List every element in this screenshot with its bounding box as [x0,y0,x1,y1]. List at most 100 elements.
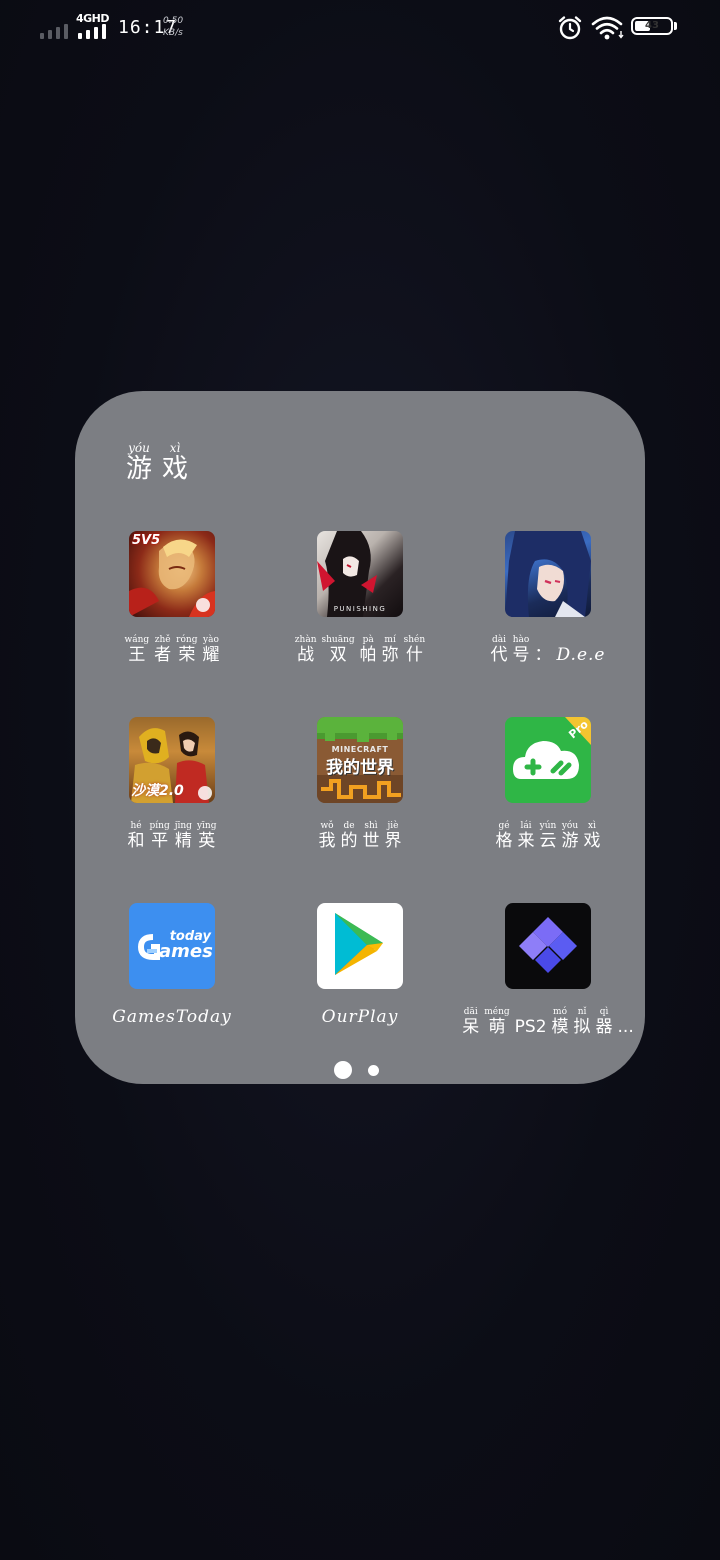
label-char: róng 荣 [176,635,197,665]
label-char: PS2 [515,1017,547,1037]
signal-strength-icon [78,24,106,39]
hanzi: PS2 [514,1017,547,1037]
label-char: shén 什 [404,635,426,665]
label-char: gé 格 [496,821,513,851]
hanzi: 帕 [359,645,377,665]
app-honor-of-kings[interactable]: 5V5 wáng 王 zhě 者 róng 荣 yào 耀 [82,531,262,665]
hanzi: 云 [539,831,557,851]
hanzi: 者 [154,645,172,665]
codename-dee-icon [505,531,591,617]
wifi-icon [591,16,624,40]
pinyin: méng [484,1007,510,1017]
app-folder: yóu 游 xì 戏 5V5 wáng 王 zhě 者 róng 荣 yào 耀… [75,391,645,1084]
label-char: wáng 王 [125,635,150,665]
page-indicator[interactable] [334,1061,379,1079]
page-dot[interactable] [368,1064,379,1076]
app-ourplay[interactable]: OurPlay [270,903,450,1027]
pinyin: mó [553,1007,567,1017]
label-text: OurPlay [321,1007,399,1027]
label-char: hé 和 [128,821,145,851]
honor-of-kings-icon: 5V5 [129,531,215,617]
hanzi: 世 [362,831,380,851]
hanzi: 模 [551,1017,569,1037]
pinyin: yóu [128,441,150,455]
label-char: píng 平 [150,821,170,851]
pinyin: dāi [463,1007,478,1017]
hanzi: 什 [405,645,423,665]
app-badge: 我的世界 [326,758,394,778]
hanzi: 和 [127,831,145,851]
hanzi: 双 [329,645,347,665]
label-char: jiè 界 [385,821,402,851]
minecraft-icon: MINECRAFT 我的世界 [317,717,403,803]
hanzi: 精 [174,831,192,851]
hanzi: ： [534,645,552,665]
app-damon-ps2[interactable]: dāi 呆 méng 萌 PS2 mó 模 nǐ 拟 qì 器 ... [458,903,638,1037]
network-speed: 0.50 KB/s [163,15,183,39]
app-label: hé 和 píng 平 jīng 精 yīng 英 [128,821,217,851]
label-char: ： [535,645,552,665]
ourplay-icon [317,903,403,989]
hanzi: 英 [198,831,216,851]
label-char: lái 来 [518,821,535,851]
label-char: yún 云 [540,821,557,851]
hanzi: 的 [340,831,358,851]
gamelink-cloud-icon: Pro [505,717,591,803]
app-gamelink-cloud[interactable]: Pro gé 格 lái 来 yún 云 yóu 游 xì 戏 [458,717,638,851]
pinyin: jīng [174,821,192,831]
label-char: pà 帕 [360,635,377,665]
pinyin: yún [539,821,557,831]
pinyin: hào [512,635,530,645]
app-label: wáng 王 zhě 者 róng 荣 yào 耀 [125,635,220,665]
label-char: yóu 游 [562,821,579,851]
home-screen: 4GHD 16:17 0.50 KB/s 43 yóu 游 xì 戏 5V5 w… [0,0,720,1560]
app-label: dāi 呆 méng 萌 PS2 mó 模 nǐ 拟 qì 器 ... [462,1007,634,1037]
label-char: zhàn 战 [295,635,317,665]
app-punishing-gray-raven[interactable]: PUNISHING zhàn 战 shuāng 双 pà 帕 mí 弥 shén 什 [270,531,450,665]
folder-title[interactable]: yóu 游 xì 戏 [126,441,188,483]
page-dot-active[interactable] [334,1061,352,1079]
battery-icon: 43 [631,17,677,37]
network-speed-unit: KB/s [163,28,183,38]
pinyin: dài [492,635,507,645]
hanzi: 来 [517,831,535,851]
alarm-icon [558,16,582,40]
app-badge: ames [159,941,213,962]
hanzi: 耀 [202,645,220,665]
label-char: qì 器 [596,1007,613,1037]
app-label: gé 格 lái 来 yún 云 yóu 游 xì 戏 [496,821,601,851]
pinyin: yào [203,635,219,645]
app-codename-dee[interactable]: dài 代 hào 号 ： D.e.e [458,531,638,665]
label-char: mí 弥 [382,635,399,665]
app-badge: PUNISHING [333,605,387,613]
pinyin: xì [169,441,181,455]
hanzi: 弥 [381,645,399,665]
pinyin: qì [599,1007,609,1017]
pinyin: yīng [196,821,217,831]
pinyin: hé [130,821,142,831]
app-label: zhàn 战 shuāng 双 pà 帕 mí 弥 shén 什 [295,635,425,665]
hanzi: 戏 [162,454,189,484]
app-label: OurPlay [322,1007,399,1027]
hanzi: 我 [318,831,336,851]
label-char: mó 模 [552,1007,569,1037]
pinyin: jiè [387,821,399,831]
app-minecraft[interactable]: MINECRAFT 我的世界 wǒ 我 de 的 shì 世 jiè 界 [270,717,450,851]
battery-level: 43 [645,20,659,31]
pinyin: xì [588,821,596,831]
label-text: D.e.e [556,645,606,665]
hanzi: 界 [384,831,402,851]
pinyin: píng [149,821,170,831]
app-peacekeeper-elite[interactable]: 沙漠2.0 hé 和 píng 平 jīng 精 yīng 英 [82,717,262,851]
folder-title-char: yóu 游 [126,441,152,483]
hanzi: ... [617,1017,634,1037]
label-char: shì 世 [363,821,380,851]
app-gamestoday[interactable]: today ames GamesToday [82,903,262,1027]
hanzi: 格 [495,831,513,851]
pinyin: wǒ [320,821,334,831]
label-char: dāi 呆 [462,1007,479,1037]
hanzi: 戏 [583,831,601,851]
label-text: GamesToday [112,1007,232,1027]
hanzi: 器 [595,1017,613,1037]
label-char: ... [618,1017,634,1037]
